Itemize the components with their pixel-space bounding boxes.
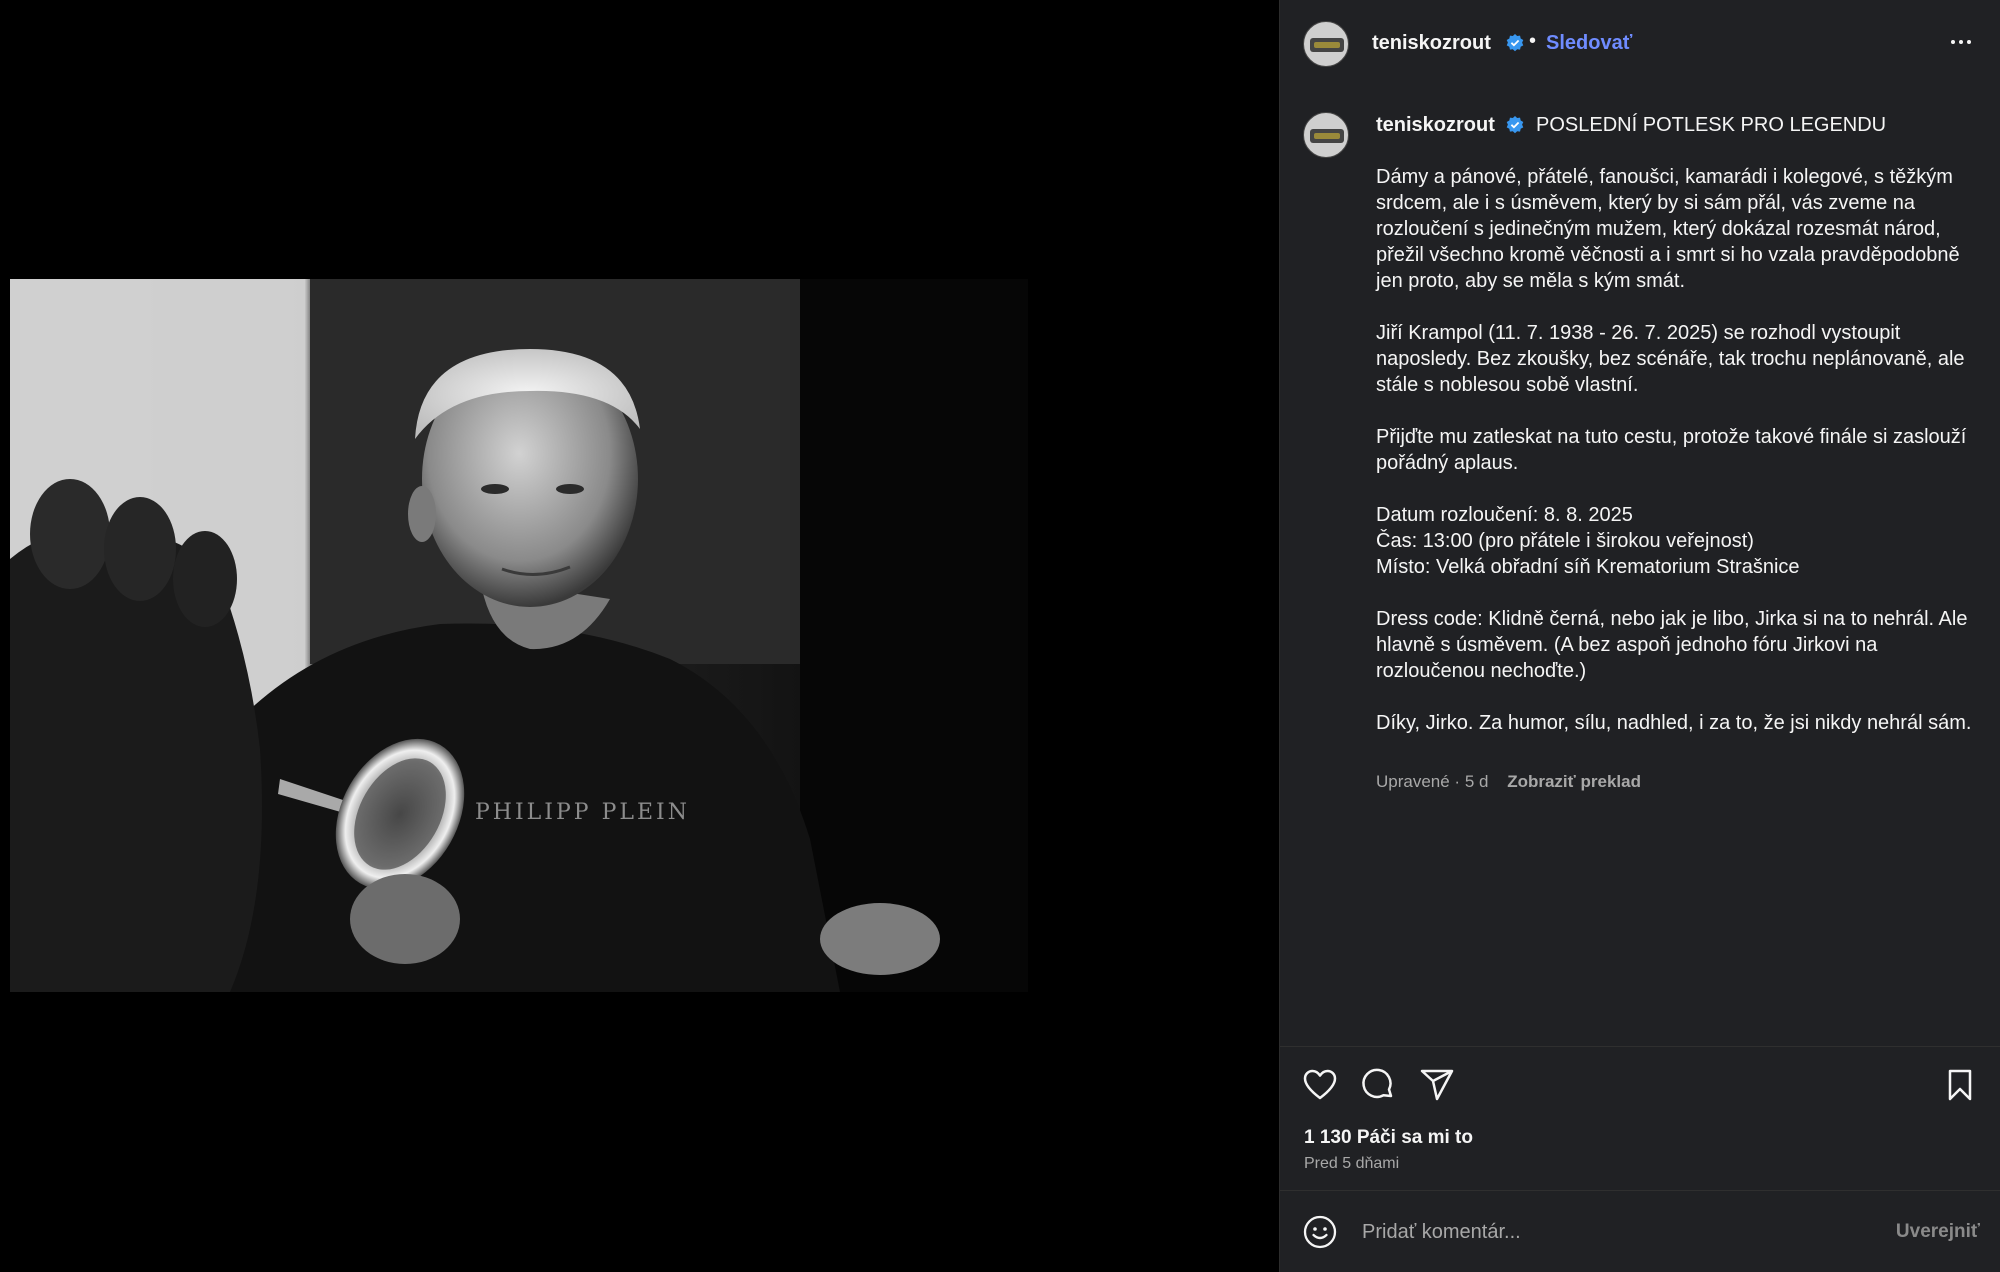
comment-input[interactable] <box>1362 1217 1862 1247</box>
caption-line: Místo: Velká obřadní síň Krematorium Str… <box>1376 556 1800 578</box>
likes-count[interactable]: 1 130 Páči sa mi to <box>1304 1127 1473 1149</box>
caption-line: Datum rozloučení: 8. 8. 2025 <box>1376 504 1633 526</box>
photo-illustration: PHILIPP PLEIN <box>10 279 1028 992</box>
caption-paragraph: Dámy a pánové, přátelé, fanoušci, kamará… <box>1376 166 1960 292</box>
verified-badge-icon <box>1506 34 1524 52</box>
caption-paragraph: Díky, Jirko. Za humor, sílu, nadhled, i … <box>1376 712 1972 734</box>
follow-button[interactable]: Sledovať <box>1546 32 1632 55</box>
author-username[interactable]: teniskozrout <box>1372 32 1491 55</box>
comment-bubble-icon[interactable] <box>1360 1067 1396 1103</box>
caption-title: POSLEDNÍ POTLESK PRO LEGENDU <box>1536 114 1887 136</box>
more-options-icon[interactable] <box>1946 30 1976 54</box>
caption-paragraph: Jiří Krampol (11. 7. 1938 - 26. 7. 2025)… <box>1376 322 1965 396</box>
caption-paragraph: Dress code: Klidně černá, nebo jak je li… <box>1376 608 1968 682</box>
verified-badge-icon <box>1507 116 1524 134</box>
caption-author-username[interactable]: teniskozrout <box>1376 114 1495 136</box>
paper-plane-icon[interactable] <box>1419 1067 1455 1103</box>
caption-body: Dámy a pánové, přátelé, fanoušci, kamará… <box>1376 164 1976 762</box>
edited-timestamp: Upravené · 5 d <box>1376 772 1489 791</box>
post-header: teniskozrout • Sledovať <box>1280 0 2000 88</box>
caption-paragraph: Přijďte mu zatleskat na tuto cestu, prot… <box>1376 426 1967 474</box>
separator-dot: • <box>1529 30 1537 52</box>
post-photo[interactable]: PHILIPP PLEIN <box>10 279 1028 992</box>
post-comment-button[interactable]: Uverejniť <box>1896 1221 1980 1243</box>
author-avatar[interactable] <box>1303 21 1349 67</box>
post-side-panel: teniskozrout • Sledovať teniskozrout POS… <box>1279 0 2000 1272</box>
comment-bar: Uverejniť <box>1280 1190 2000 1272</box>
caption-meta: Upravené · 5 d Zobraziť preklad <box>1376 772 1641 792</box>
shirt-text: PHILIPP PLEIN <box>475 800 690 825</box>
post-media[interactable]: PHILIPP PLEIN <box>0 0 1279 1272</box>
caption-author-avatar[interactable] <box>1303 112 1349 158</box>
translate-link[interactable]: Zobraziť preklad <box>1507 772 1641 791</box>
heart-icon[interactable] <box>1302 1067 1338 1103</box>
post-time: Pred 5 dňami <box>1304 1155 1400 1172</box>
caption-line: Čas: 13:00 (pro přátele i širokou veřejn… <box>1376 530 1754 552</box>
bookmark-icon[interactable] <box>1942 1067 1978 1103</box>
smiley-icon[interactable] <box>1302 1214 1338 1250</box>
caption-header: teniskozrout POSLEDNÍ POTLESK PRO LEGEND… <box>1376 114 1886 137</box>
